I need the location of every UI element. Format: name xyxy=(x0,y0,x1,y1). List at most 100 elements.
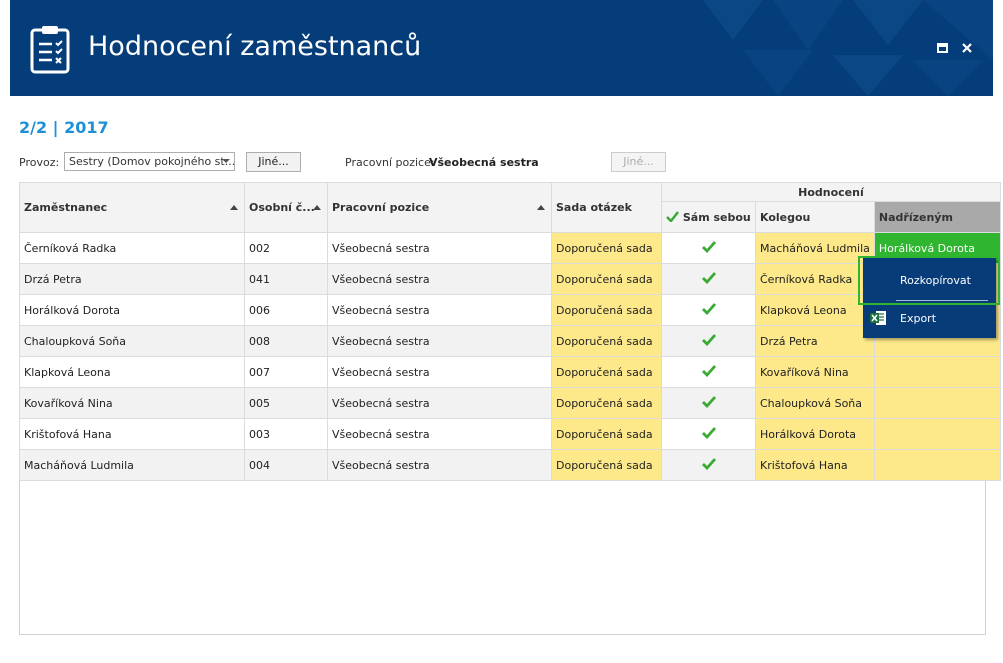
context-menu-item-export[interactable]: Export xyxy=(863,304,996,334)
excel-icon xyxy=(870,311,886,325)
cell-personal-no[interactable]: 005 xyxy=(244,387,328,419)
cell-colleague[interactable]: Chaloupková Soňa xyxy=(755,387,875,419)
table-row[interactable]: Krištofová Hana 003 Všeobecná sestra Doporu… xyxy=(19,418,1001,450)
check-icon xyxy=(701,271,716,284)
col-colleague-label: Kolegou xyxy=(760,210,811,224)
col-question-set-label: Sada otázek xyxy=(556,201,632,214)
cell-personal-no[interactable]: 003 xyxy=(244,418,328,450)
cell-superior[interactable] xyxy=(873,418,1001,450)
table-row[interactable]: Macháňová Ludmila 004 Všeobecná sestra Dopo… xyxy=(19,449,1001,481)
provoz-select[interactable]: Sestry (Domov pokojného st... xyxy=(64,152,235,171)
close-icon[interactable] xyxy=(959,40,975,56)
col-colleague-header[interactable]: Kolegou xyxy=(755,201,875,233)
cell-personal-no[interactable]: 041 xyxy=(244,263,328,295)
cell-personal-no[interactable]: 008 xyxy=(244,325,328,357)
col-self-header[interactable]: Sám sebou xyxy=(661,201,756,233)
export-label: Export xyxy=(900,312,937,325)
col-personal-no-header[interactable]: Osobní č... xyxy=(244,182,328,233)
check-icon xyxy=(701,426,716,439)
cell-personal-no[interactable]: 007 xyxy=(244,356,328,388)
pozice-value: Všeobecná sestra xyxy=(429,156,539,169)
cell-colleague[interactable]: Krištofová Hana xyxy=(755,449,875,481)
cell-superior[interactable] xyxy=(873,356,1001,388)
cell-colleague[interactable]: Horálková Dorota xyxy=(755,418,875,450)
cell-position[interactable]: Všeobecná sestra xyxy=(327,263,552,295)
clipboard-checklist-icon xyxy=(30,26,70,74)
check-icon xyxy=(701,333,716,346)
evaluation-table: Zaměstnanec Osobní č... Pracovní pozice … xyxy=(19,182,1001,481)
sort-asc-icon xyxy=(313,204,321,210)
cell-question-set[interactable]: Doporučená sada xyxy=(551,449,662,481)
table-row[interactable]: Klapková Leona 007 Všeobecná sestra Doporuč… xyxy=(19,356,1001,388)
cell-colleague[interactable]: Macháňová Ludmila xyxy=(755,232,875,264)
cell-colleague[interactable]: Černíková Radka xyxy=(755,263,875,295)
table-row[interactable]: Černíková Radka 002 Všeobecná sestra Doporu… xyxy=(19,232,1001,264)
cell-colleague[interactable]: Kovaříková Nina xyxy=(755,356,875,388)
cell-employee[interactable]: Chaloupková Soňa xyxy=(19,325,245,357)
maximize-icon[interactable] xyxy=(934,40,950,56)
cell-personal-no[interactable]: 002 xyxy=(244,232,328,264)
cell-question-set[interactable]: Doporučená sada xyxy=(551,263,662,295)
table-row[interactable]: Chaloupková Soňa 008 Všeobecná sestra Dopor… xyxy=(19,325,1001,357)
col-personal-no-label: Osobní č... xyxy=(249,201,315,214)
cell-self[interactable] xyxy=(661,325,756,357)
window-title: Hodnocení zaměstnanců xyxy=(88,31,422,62)
cell-superior[interactable] xyxy=(873,387,1001,419)
cell-position[interactable]: Všeobecná sestra xyxy=(327,387,552,419)
cell-superior[interactable] xyxy=(873,449,1001,481)
cell-employee[interactable]: Krištofová Hana xyxy=(19,418,245,450)
col-superior-header[interactable]: Nadřízeným xyxy=(873,201,1001,233)
cell-position[interactable]: Všeobecná sestra xyxy=(327,418,552,450)
col-position-header[interactable]: Pracovní pozice xyxy=(327,182,552,233)
cell-personal-no[interactable]: 006 xyxy=(244,294,328,326)
chevron-down-icon xyxy=(222,159,230,163)
cell-self[interactable] xyxy=(661,449,756,481)
cell-question-set[interactable]: Doporučená sada xyxy=(551,325,662,357)
provoz-other-button[interactable]: Jiné... xyxy=(246,152,301,172)
cell-employee[interactable]: Horálková Dorota xyxy=(19,294,245,326)
cell-employee[interactable]: Drzá Petra xyxy=(19,263,245,295)
cell-position[interactable]: Všeobecná sestra xyxy=(327,232,552,264)
cell-employee[interactable]: Macháňová Ludmila xyxy=(19,449,245,481)
table-row[interactable]: Drzá Petra 041 Všeobecná sestra Doporučená … xyxy=(19,263,1001,295)
cell-self[interactable] xyxy=(661,294,756,326)
pozice-other-button[interactable]: Jiné... xyxy=(611,152,666,172)
cell-employee[interactable]: Kovaříková Nina xyxy=(19,387,245,419)
table-row[interactable]: Horálková Dorota 006 Všeobecná sestra Dopor… xyxy=(19,294,1001,326)
check-icon xyxy=(666,210,679,223)
cell-self[interactable] xyxy=(661,387,756,419)
cell-self[interactable] xyxy=(661,232,756,264)
table-row[interactable]: Kovaříková Nina 005 Všeobecná sestra Doporu… xyxy=(19,387,1001,419)
cell-self[interactable] xyxy=(661,356,756,388)
cell-personal-no[interactable]: 004 xyxy=(244,449,328,481)
period-label: 2/2 | 2017 xyxy=(19,118,109,137)
cell-employee[interactable]: Černíková Radka xyxy=(19,232,245,264)
check-icon xyxy=(701,302,716,315)
cell-question-set[interactable]: Doporučená sada xyxy=(551,294,662,326)
cell-colleague[interactable]: Drzá Petra xyxy=(755,325,875,357)
check-icon xyxy=(701,395,716,408)
cell-colleague[interactable]: Klapková Leona xyxy=(755,294,875,326)
sort-asc-icon xyxy=(230,204,238,210)
cell-self[interactable] xyxy=(661,418,756,450)
col-question-set-header[interactable]: Sada otázek xyxy=(551,182,662,233)
col-position-label: Pracovní pozice xyxy=(332,201,430,214)
cell-position[interactable]: Všeobecná sestra xyxy=(327,325,552,357)
col-employee-label: Zaměstnanec xyxy=(24,201,108,214)
evaluation-group-header: Hodnocení xyxy=(661,182,1001,202)
cell-position[interactable]: Všeobecná sestra xyxy=(327,449,552,481)
pozice-label: Pracovní pozice: xyxy=(345,156,435,169)
cell-question-set[interactable]: Doporučená sada xyxy=(551,387,662,419)
cell-question-set[interactable]: Doporučená sada xyxy=(551,232,662,264)
col-employee-header[interactable]: Zaměstnanec xyxy=(19,182,245,233)
cell-position[interactable]: Všeobecná sestra xyxy=(327,356,552,388)
cell-position[interactable]: Všeobecná sestra xyxy=(327,294,552,326)
provoz-label: Provoz: xyxy=(19,156,60,169)
cell-question-set[interactable]: Doporučená sada xyxy=(551,418,662,450)
context-menu-highlight xyxy=(858,256,1000,305)
check-icon xyxy=(701,240,716,253)
cell-self[interactable] xyxy=(661,263,756,295)
cell-employee[interactable]: Klapková Leona xyxy=(19,356,245,388)
col-superior-label: Nadřízeným xyxy=(878,210,953,224)
cell-question-set[interactable]: Doporučená sada xyxy=(551,356,662,388)
